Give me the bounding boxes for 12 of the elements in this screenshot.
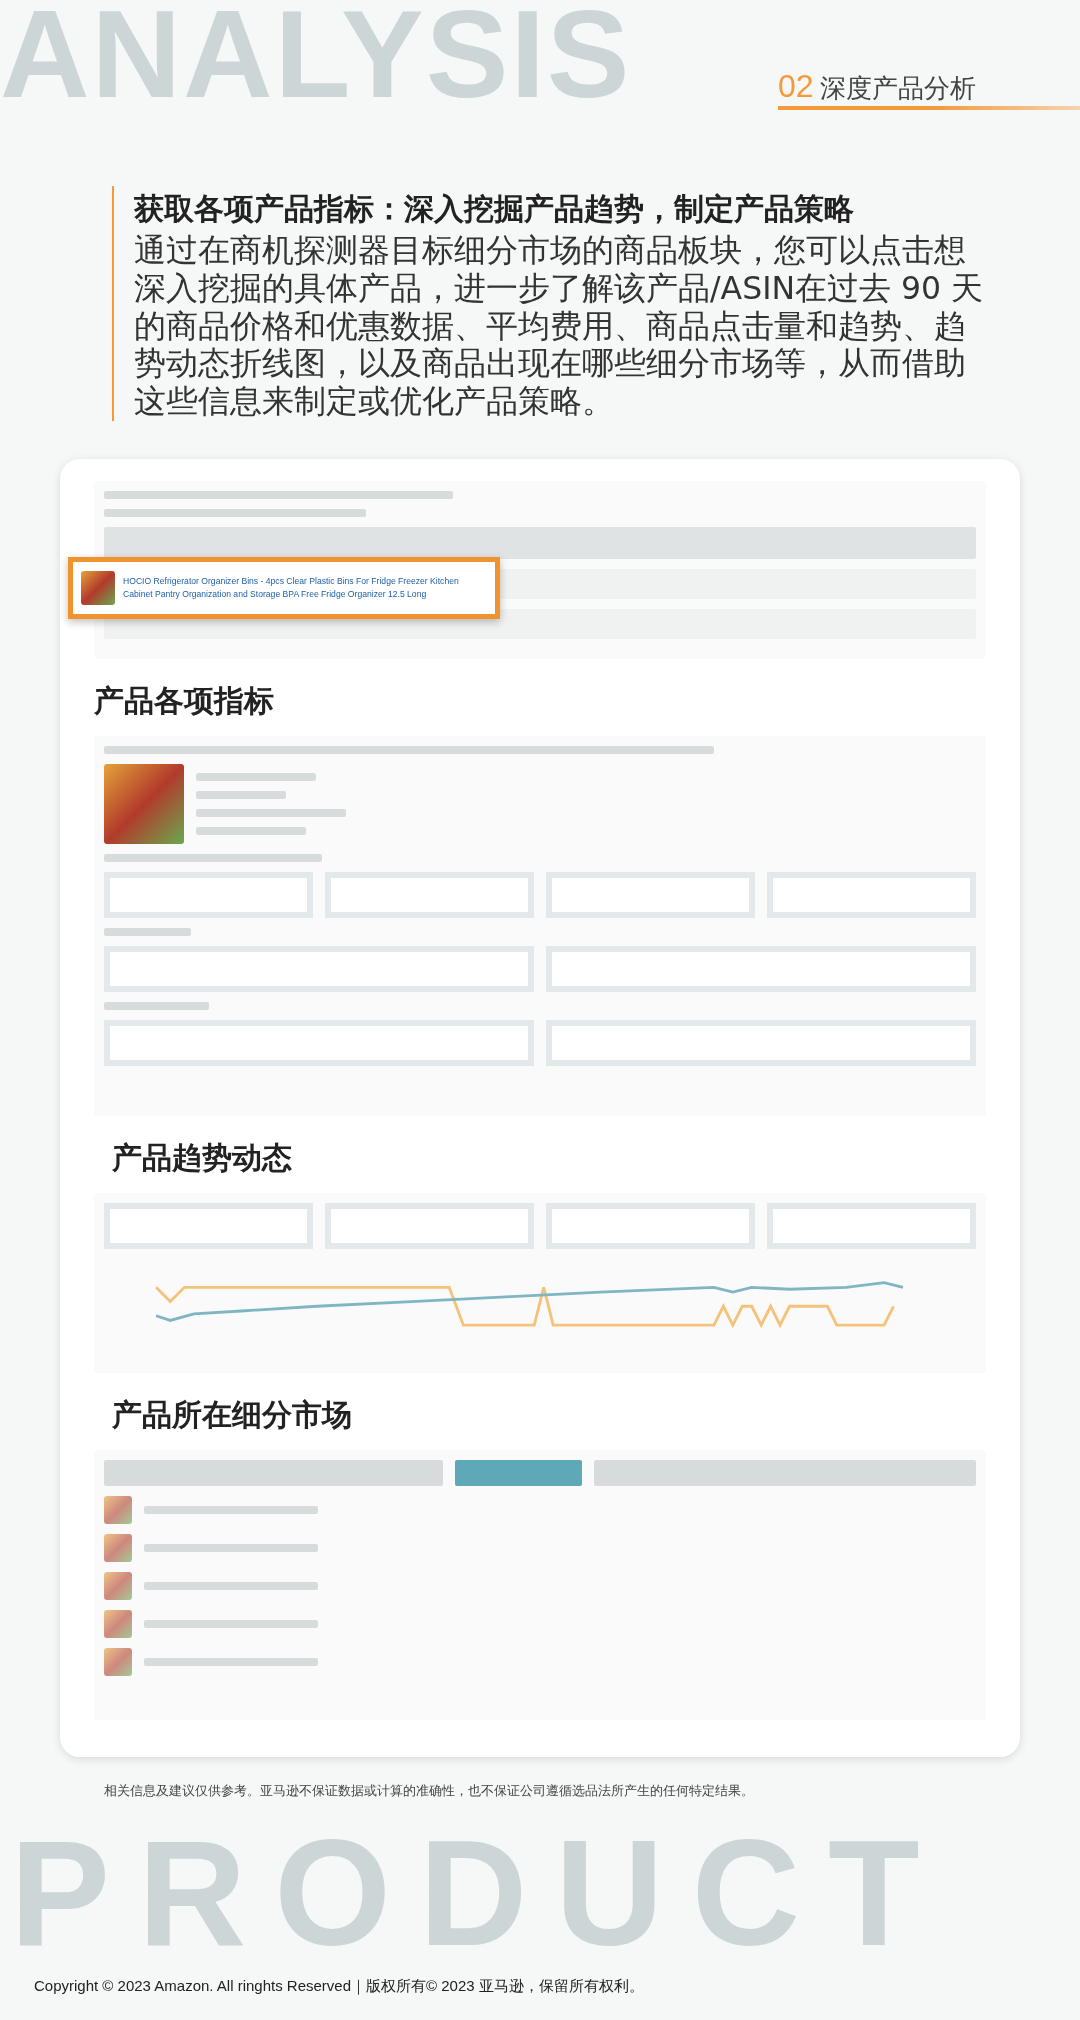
disclaimer-text: 相关信息及建议仅供参考。亚马逊不保证数据或计算的准确性，也不保证公司遵循选品法所产生的任何特定结果。 (104, 1783, 755, 1800)
section-heading: 产品趋势动态 (112, 1139, 293, 1177)
intro-paragraph: 通过在商机探测器目标细分市场的商品板块，您可以点击想深入挖掘的具体产品，进一步了解该产品/ASIN在过去 90 天的商品价格和优惠数据、平均费用、商品点击量和趋势、趋势动态折线图，以及商品出现在哪些细分市场等，从而借助这些信息来制定或优化产品策略。 (134, 232, 984, 421)
product-title: HOCIO Refrigerator Organizer Bins - 4pcs Clear Plastic Bins For Fridge Freezer Kitchen Cabinet Pantry Organization and Storage BPA Free Fridge Organizer 12.5 Long (123, 575, 460, 601)
intro-title: 获取各项产品指标：深入挖掘产品趋势，制定产品策略 (134, 190, 855, 228)
section-title: 深度产品分析 (819, 72, 976, 105)
product-thumbnail (81, 571, 115, 605)
section-heading: 产品所在细分市场 (112, 1396, 353, 1434)
highlighted-product-row[interactable]: HOCIO Refrigerator Organizer Bins - 4pcs Clear Plastic Bins For Fridge Freezer Kitchen Cabinet Pantry Organization and Storage BPA Free Fridge Organizer 12.5 Long (68, 557, 500, 619)
section-heading: 产品各项指标 (94, 682, 275, 720)
section-number: 02 (778, 68, 814, 105)
copyright-text: Copyright © 2023 Amazon. All ringhts Reserved｜版权所有© 2023 亚马逊，保留所有权利。 (34, 1977, 645, 1996)
